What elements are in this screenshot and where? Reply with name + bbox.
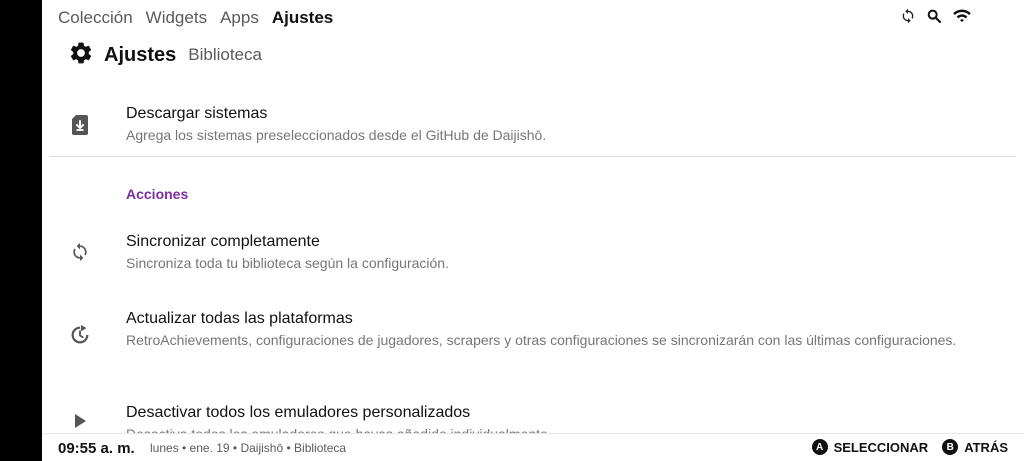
item-description: Sincroniza toda tu biblioteca según la c… [126,255,449,271]
sd-card-download-icon [68,113,92,137]
search-icon[interactable] [926,8,942,24]
sync-icon[interactable] [900,8,916,24]
item-title: Descargar sistemas [126,105,268,122]
app-screen: Colección Widgets Apps Ajustes Ajustes B… [42,0,1024,461]
top-icons [900,8,972,24]
back-hint[interactable]: ATRÁS [964,440,1008,455]
page-header: Ajustes Biblioteca [68,40,262,70]
list-item-descargar-sistemas[interactable]: Descargar sistemas Agrega los sistemas p… [50,104,1016,146]
page-subtitle: Biblioteca [188,45,262,64]
item-description: Desactiva todos los emuladores que hayas… [126,425,976,433]
item-title: Actualizar todas las plataformas [126,310,353,327]
list-item-sincronizar[interactable]: Sincronizar completamente Sincroniza tod… [50,232,1016,274]
wifi-icon [952,8,972,24]
gear-icon [68,40,94,71]
tab-widgets[interactable]: Widgets [146,8,207,28]
section-header-acciones: Acciones [126,186,189,202]
refresh-icon [68,323,92,347]
status-bar: 09:55 a. m. lunes • ene. 19 • Daijishō •… [42,433,1024,461]
select-hint[interactable]: SELECCIONAR [834,440,929,455]
list-item-actualizar-plataformas[interactable]: Actualizar todas las plataformas RetroAc… [50,309,1016,369]
list-item-desactivar-emuladores[interactable]: Desactivar todos los emuladores personal… [50,403,1016,433]
settings-list: Descargar sistemas Agrega los sistemas p… [50,84,1016,433]
play-icon [68,409,92,433]
item-description: Agrega los sistemas preseleccionados des… [126,127,547,143]
item-title: Desactivar todos los emuladores personal… [126,404,471,421]
button-hints: A SELECCIONAR B ATRÁS [811,439,1008,455]
a-button-icon: A [811,439,828,455]
page-title: Ajustes [104,43,177,66]
item-description: RetroAchievements, configuraciones de ju… [126,332,957,348]
tab-ajustes[interactable]: Ajustes [272,8,333,28]
divider [50,156,1016,157]
top-nav: Colección Widgets Apps Ajustes [58,0,333,36]
sync-icon [68,240,92,264]
item-title: Sincronizar completamente [126,233,320,250]
status-info: lunes • ene. 19 • Daijishō • Biblioteca [150,441,347,455]
b-button-icon: B [942,439,959,455]
tab-apps[interactable]: Apps [220,8,259,28]
tab-coleccion[interactable]: Colección [58,8,133,28]
clock: 09:55 a. m. [58,440,135,457]
